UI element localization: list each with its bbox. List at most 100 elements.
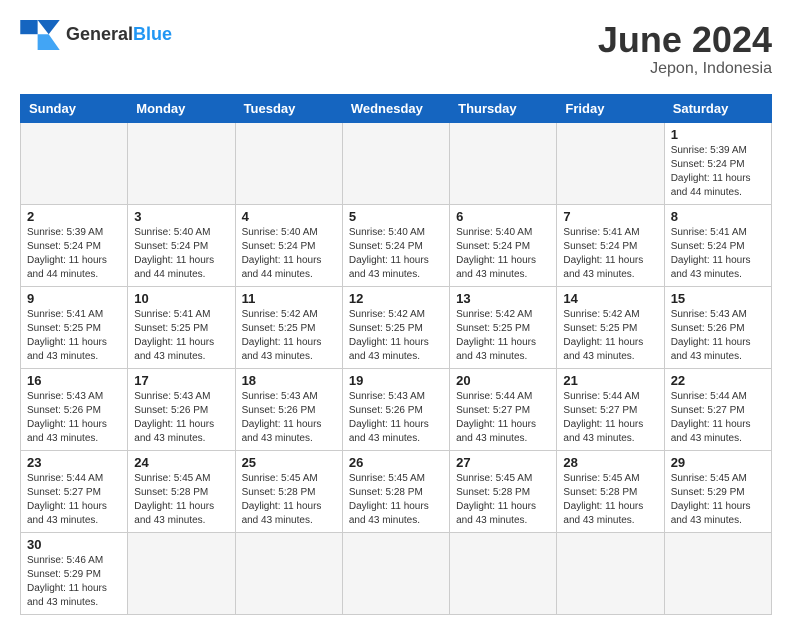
day-info: Sunrise: 5:42 AM Sunset: 5:25 PM Dayligh… [349,308,443,364]
day-cell: 29Sunrise: 5:45 AM Sunset: 5:29 PM Dayli… [664,450,771,532]
day-cell: 10 Sunrise: 5:41 AM Sunset: 5:25 PM Dayli… [128,286,235,368]
day-cell: 13Sunrise: 5:42 AM Sunset: 5:25 PM Dayli… [450,286,557,368]
day-number: 19 [349,373,443,388]
day-number: 25 [242,455,336,470]
weekday-header-wednesday: Wednesday [342,94,449,122]
day-cell [235,532,342,614]
day-cell: 17Sunrise: 5:43 AM Sunset: 5:26 PM Dayli… [128,368,235,450]
day-cell: 4Sunrise: 5:40 AM Sunset: 5:24 PM Daylig… [235,204,342,286]
weekday-header-monday: Monday [128,94,235,122]
day-number: 28 [563,455,657,470]
day-cell: 21 Sunrise: 5:44 AM Sunset: 5:27 PM Dayli… [557,368,664,450]
day-cell: 18 Sunrise: 5:43 AM Sunset: 5:26 PM Dayli… [235,368,342,450]
day-cell: 7Sunrise: 5:41 AM Sunset: 5:24 PM Daylig… [557,204,664,286]
day-info: Sunrise: 5:44 AM Sunset: 5:27 PM Dayligh… [456,390,550,446]
day-number: 15 [671,291,765,306]
logo-text: GeneralBlue [66,25,172,45]
day-number: 30 [27,537,121,552]
day-info: Sunrise: 5:39 AM Sunset: 5:24 PM Dayligh… [27,226,121,282]
day-info: Sunrise: 5:43 AM Sunset: 5:26 PM Dayligh… [27,390,121,446]
day-cell [557,122,664,204]
day-number: 17 [134,373,228,388]
day-cell [235,122,342,204]
day-number: 27 [456,455,550,470]
day-cell [557,532,664,614]
day-cell: 30 Sunrise: 5:46 AM Sunset: 5:29 PM Dayli… [21,532,128,614]
day-cell: 22 Sunrise: 5:44 AM Sunset: 5:27 PM Dayli… [664,368,771,450]
day-info: Sunrise: 5:45 AM Sunset: 5:29 PM Dayligh… [671,472,765,528]
day-number: 21 [563,373,657,388]
day-cell: 26 Sunrise: 5:45 AM Sunset: 5:28 PM Dayli… [342,450,449,532]
day-info: Sunrise: 5:40 AM Sunset: 5:24 PM Dayligh… [349,226,443,282]
day-cell [342,532,449,614]
day-info: Sunrise: 5:39 AM Sunset: 5:24 PM Dayligh… [671,144,765,200]
week-row-1: 1 Sunrise: 5:39 AM Sunset: 5:24 PM Daylig… [21,122,772,204]
calendar-table: SundayMondayTuesdayWednesdayThursdayFrid… [20,94,772,615]
logo-icon [20,20,60,50]
day-number: 22 [671,373,765,388]
day-cell: 20Sunrise: 5:44 AM Sunset: 5:27 PM Dayli… [450,368,557,450]
day-number: 3 [134,209,228,224]
day-info: Sunrise: 5:40 AM Sunset: 5:24 PM Dayligh… [456,226,550,282]
day-info: Sunrise: 5:41 AM Sunset: 5:25 PM Dayligh… [134,308,228,364]
day-info: Sunrise: 5:42 AM Sunset: 5:25 PM Dayligh… [242,308,336,364]
day-number: 18 [242,373,336,388]
day-number: 13 [456,291,550,306]
day-cell: 14Sunrise: 5:42 AM Sunset: 5:25 PM Dayli… [557,286,664,368]
day-info: Sunrise: 5:41 AM Sunset: 5:25 PM Dayligh… [27,308,121,364]
day-number: 1 [671,127,765,142]
weekday-header-row: SundayMondayTuesdayWednesdayThursdayFrid… [21,94,772,122]
week-row-4: 16Sunrise: 5:43 AM Sunset: 5:26 PM Dayli… [21,368,772,450]
day-cell: 11Sunrise: 5:42 AM Sunset: 5:25 PM Dayli… [235,286,342,368]
day-cell: 5 Sunrise: 5:40 AM Sunset: 5:24 PM Daylig… [342,204,449,286]
day-info: Sunrise: 5:43 AM Sunset: 5:26 PM Dayligh… [349,390,443,446]
day-info: Sunrise: 5:44 AM Sunset: 5:27 PM Dayligh… [671,390,765,446]
day-number: 9 [27,291,121,306]
day-number: 6 [456,209,550,224]
day-cell: 27 Sunrise: 5:45 AM Sunset: 5:28 PM Dayli… [450,450,557,532]
day-cell: 19 Sunrise: 5:43 AM Sunset: 5:26 PM Dayli… [342,368,449,450]
day-cell [450,532,557,614]
day-info: Sunrise: 5:45 AM Sunset: 5:28 PM Dayligh… [349,472,443,528]
day-info: Sunrise: 5:43 AM Sunset: 5:26 PM Dayligh… [242,390,336,446]
day-cell [450,122,557,204]
day-cell: 1 Sunrise: 5:39 AM Sunset: 5:24 PM Daylig… [664,122,771,204]
day-cell [128,122,235,204]
day-number: 12 [349,291,443,306]
day-number: 24 [134,455,228,470]
week-row-6: 30 Sunrise: 5:46 AM Sunset: 5:29 PM Dayli… [21,532,772,614]
weekday-header-friday: Friday [557,94,664,122]
day-cell: 15 Sunrise: 5:43 AM Sunset: 5:26 PM Dayli… [664,286,771,368]
logo: GeneralBlue [20,20,172,50]
day-info: Sunrise: 5:44 AM Sunset: 5:27 PM Dayligh… [563,390,657,446]
day-info: Sunrise: 5:41 AM Sunset: 5:24 PM Dayligh… [671,226,765,282]
day-cell [664,532,771,614]
day-info: Sunrise: 5:45 AM Sunset: 5:28 PM Dayligh… [563,472,657,528]
week-row-3: 9 Sunrise: 5:41 AM Sunset: 5:25 PM Daylig… [21,286,772,368]
day-info: Sunrise: 5:45 AM Sunset: 5:28 PM Dayligh… [134,472,228,528]
day-cell [342,122,449,204]
weekday-header-tuesday: Tuesday [235,94,342,122]
day-cell: 9 Sunrise: 5:41 AM Sunset: 5:25 PM Daylig… [21,286,128,368]
location-subtitle: Jepon, Indonesia [598,60,772,78]
day-cell: 3Sunrise: 5:40 AM Sunset: 5:24 PM Daylig… [128,204,235,286]
day-cell: 12 Sunrise: 5:42 AM Sunset: 5:25 PM Dayli… [342,286,449,368]
day-number: 26 [349,455,443,470]
day-info: Sunrise: 5:45 AM Sunset: 5:28 PM Dayligh… [242,472,336,528]
day-info: Sunrise: 5:43 AM Sunset: 5:26 PM Dayligh… [671,308,765,364]
day-cell: 24 Sunrise: 5:45 AM Sunset: 5:28 PM Dayli… [128,450,235,532]
day-info: Sunrise: 5:44 AM Sunset: 5:27 PM Dayligh… [27,472,121,528]
title-area: June 2024 Jepon, Indonesia [598,20,772,78]
weekday-header-sunday: Sunday [21,94,128,122]
day-info: Sunrise: 5:41 AM Sunset: 5:24 PM Dayligh… [563,226,657,282]
day-info: Sunrise: 5:40 AM Sunset: 5:24 PM Dayligh… [242,226,336,282]
day-number: 14 [563,291,657,306]
day-info: Sunrise: 5:45 AM Sunset: 5:28 PM Dayligh… [456,472,550,528]
day-info: Sunrise: 5:46 AM Sunset: 5:29 PM Dayligh… [27,554,121,610]
weekday-header-thursday: Thursday [450,94,557,122]
day-cell: 2Sunrise: 5:39 AM Sunset: 5:24 PM Daylig… [21,204,128,286]
day-cell: 28 Sunrise: 5:45 AM Sunset: 5:28 PM Dayli… [557,450,664,532]
day-number: 5 [349,209,443,224]
day-number: 8 [671,209,765,224]
day-number: 10 [134,291,228,306]
